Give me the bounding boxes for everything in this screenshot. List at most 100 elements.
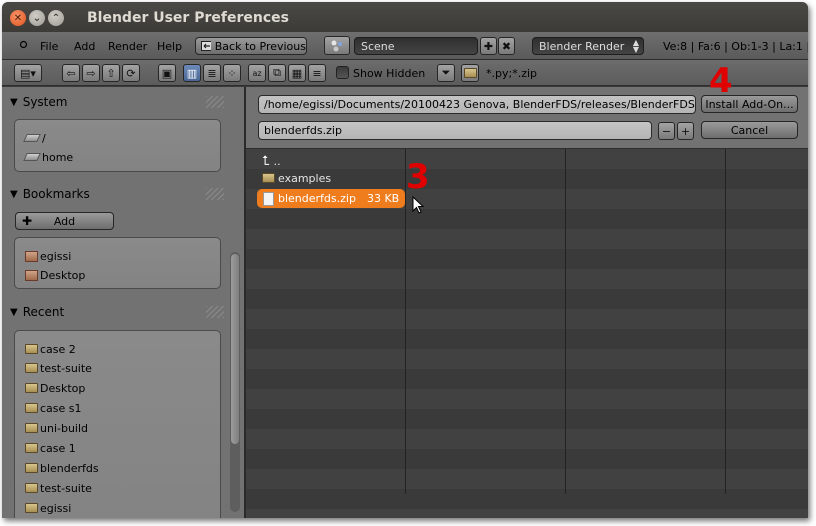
folder-icon (25, 463, 38, 473)
bookmark-item[interactable]: egissi (25, 248, 71, 264)
minimize-icon: ⌄ (32, 12, 42, 24)
system-panel-header[interactable]: ▼ System (10, 92, 67, 112)
sort-extension-icon: ⧉ (273, 66, 281, 79)
bookmark-icon (25, 269, 38, 281)
window-minimize-button[interactable]: ⌄ (29, 10, 45, 26)
sort-size-button[interactable]: ≡ (308, 64, 326, 82)
sort-extension-button[interactable]: ⧉ (268, 64, 286, 82)
recent-item[interactable]: test-suite (25, 360, 92, 376)
editor-type-icon[interactable] (19, 40, 28, 49)
scene-remove-button[interactable]: ✖ (498, 37, 515, 55)
panel-drag-grip[interactable] (206, 306, 224, 318)
recent-item-label: test-suite (40, 361, 92, 375)
folder-icon (25, 423, 38, 433)
annotation-step-3: 3 (406, 157, 430, 197)
file-entry-name: blenderfds.zip (278, 192, 356, 205)
folder-icon (463, 68, 477, 78)
menu-help[interactable]: Help (157, 40, 182, 53)
file-editor-type-button[interactable]: ▤▾ (14, 64, 42, 82)
recent-item-label: uni-build (40, 421, 89, 435)
info-header: File Add Render Help Back to Previous Sc… (2, 32, 808, 60)
drive-icon (23, 153, 41, 161)
title-bar: ✕ ⌄ ⌃ Blender User Preferences (2, 2, 808, 32)
folder-icon (25, 344, 38, 354)
add-bookmark-button[interactable]: ✚ Add (15, 212, 114, 230)
bookmark-label: Desktop (40, 268, 86, 282)
filter-folders-button[interactable] (461, 64, 479, 82)
add-bookmark-label: Add (53, 214, 76, 228)
render-engine-select[interactable]: Blender Render ▲ ▼ (532, 37, 644, 55)
window-close-button[interactable]: ✕ (10, 10, 26, 26)
render-engine-label: Blender Render (539, 39, 625, 53)
refresh-button[interactable]: ⟳ (122, 64, 140, 82)
bookmark-item[interactable]: Desktop (25, 267, 85, 283)
disclosure-triangle-icon: ▼ (10, 96, 18, 108)
nav-forward-button[interactable]: ⇨ (82, 64, 100, 82)
back-icon (201, 41, 211, 51)
column-divider (565, 149, 566, 494)
cancel-button[interactable]: Cancel (701, 121, 798, 139)
filename-increment-button[interactable]: + (677, 122, 694, 140)
directory-path-field[interactable]: /home/egissi/Documents/20100423 Genova, … (258, 95, 696, 114)
display-short-list-button[interactable]: ▥ (183, 64, 201, 82)
panel-drag-grip[interactable] (206, 96, 224, 108)
drive-icon (23, 134, 41, 142)
sort-time-button[interactable]: ▦ (288, 64, 306, 82)
file-entry-parent[interactable]: ⮤.. (262, 152, 281, 170)
recent-item[interactable]: case 2 (25, 341, 76, 357)
system-item-label: / (42, 131, 46, 145)
arrow-left-icon: ⇦ (66, 66, 76, 80)
file-list[interactable]: ⮤.. examples blenderfds.zip 33 KB 3 (246, 149, 808, 518)
arrow-right-icon: ⇨ (86, 66, 96, 80)
sort-time-icon: ▦ (291, 66, 303, 80)
recent-panel-header[interactable]: ▼ Recent (10, 302, 64, 322)
recent-item[interactable]: case 1 (25, 440, 76, 456)
display-long-list-button[interactable]: ≣ (203, 64, 221, 82)
menu-add[interactable]: Add (74, 40, 95, 53)
scene-add-button[interactable]: ✚ (480, 37, 497, 55)
file-entry-selected[interactable]: blenderfds.zip 33 KB (257, 189, 405, 208)
plus-icon: + (680, 124, 691, 138)
nav-parent-button[interactable]: ⇧ (102, 64, 120, 82)
filename-decrement-button[interactable]: − (658, 122, 675, 140)
minus-icon: − (661, 124, 672, 138)
system-item-root[interactable]: / (23, 130, 46, 146)
column-divider (725, 149, 726, 494)
menu-render[interactable]: Render (108, 40, 147, 53)
folder-icon (25, 483, 38, 493)
file-browser-sidebar: ▼ System / home ▼ Bookmarks ✚ Add egissi D… (2, 87, 244, 518)
panel-drag-grip[interactable] (206, 188, 224, 200)
recent-item[interactable]: blenderfds (25, 460, 99, 476)
x-icon: ✖ (501, 39, 512, 53)
filename-field[interactable]: blenderfds.zip (258, 121, 652, 140)
folder-icon (25, 503, 38, 513)
back-to-previous-button[interactable]: Back to Previous (195, 37, 307, 55)
mouse-cursor-icon (412, 196, 425, 214)
window-title: Blender User Preferences (87, 10, 289, 26)
show-hidden-checkbox[interactable] (336, 66, 349, 79)
sort-alpha-button[interactable]: az (248, 64, 266, 82)
nav-back-button[interactable]: ⇦ (62, 64, 80, 82)
bookmarks-panel-header[interactable]: ▼ Bookmarks (10, 184, 90, 204)
recent-item[interactable]: case s1 (25, 400, 82, 416)
disclosure-triangle-icon: ▼ (10, 306, 18, 318)
recent-item[interactable]: egissi (25, 500, 71, 516)
scene-browse-button[interactable] (324, 36, 350, 55)
sidebar-scrollbar[interactable] (230, 252, 240, 512)
sidebar-scrollbar-thumb[interactable] (231, 254, 239, 444)
window-maximize-button[interactable]: ⌃ (48, 10, 64, 26)
new-directory-button[interactable]: ▣ (158, 64, 176, 82)
recent-item[interactable]: Desktop (25, 380, 85, 396)
system-item-home[interactable]: home (23, 149, 73, 165)
recent-item[interactable]: uni-build (25, 420, 88, 436)
sort-alpha-icon: az (252, 68, 262, 78)
recent-item-label: case 2 (40, 342, 76, 356)
filter-toggle-button[interactable]: ⏷ (437, 64, 455, 82)
file-entry-folder[interactable]: examples (262, 169, 331, 187)
column-divider (405, 149, 406, 494)
display-thumbnails-button[interactable]: ⁘ (223, 64, 241, 82)
recent-item[interactable]: test-suite (25, 480, 92, 496)
bookmark-label: egissi (40, 249, 72, 263)
menu-file[interactable]: File (40, 40, 58, 53)
scene-name-field[interactable]: Scene (354, 37, 478, 55)
